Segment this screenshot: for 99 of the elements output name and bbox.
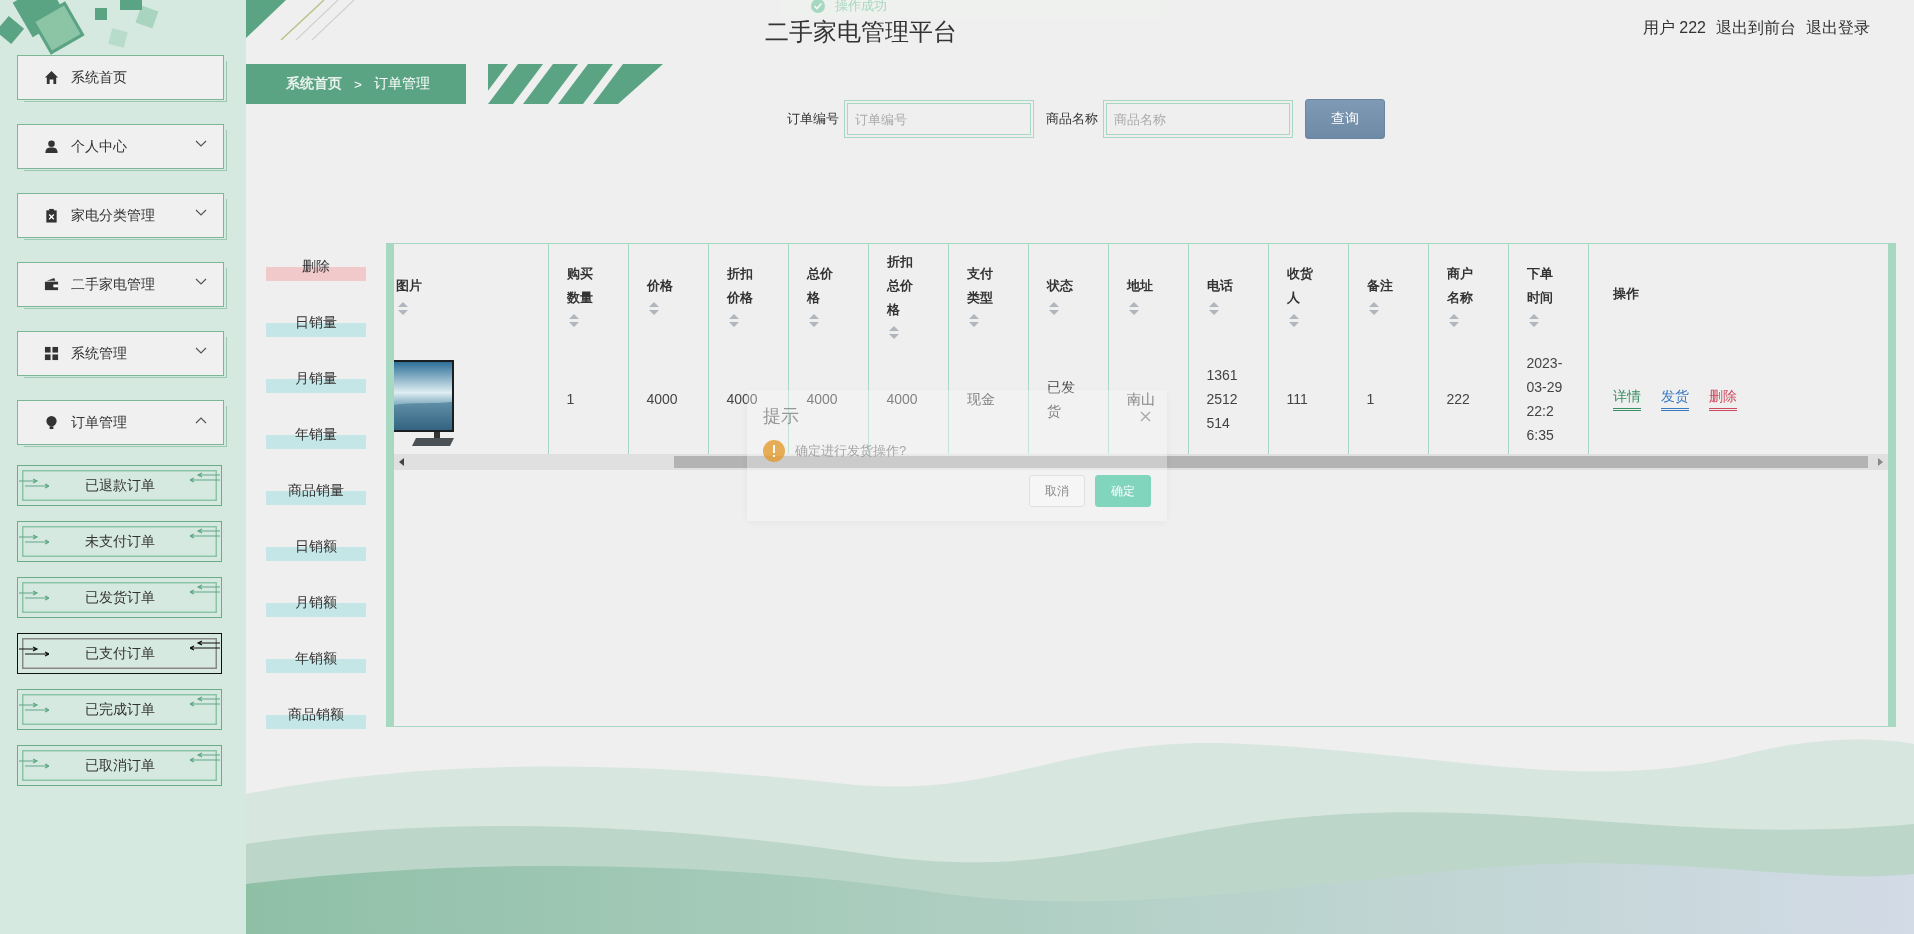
- column-header: 价格: [646, 276, 673, 295]
- column-header: 支付类型: [966, 264, 994, 307]
- user-name: 用户 222: [1642, 18, 1706, 38]
- table-cell-text: 1: [566, 390, 576, 409]
- sort-icon[interactable]: [1368, 301, 1379, 315]
- column-header: 总价格: [806, 264, 834, 307]
- sort-icon[interactable]: [398, 301, 408, 315]
- search-field[interactable]: 商品名称: [1103, 100, 1293, 138]
- column-header: 操作: [1612, 285, 1639, 303]
- action-link[interactable]: 发货: [1660, 387, 1689, 411]
- arrows-icon: [190, 584, 220, 596]
- column-header: 电话: [1206, 276, 1233, 295]
- menu-label: 个人中心: [71, 137, 127, 156]
- menu-label: 系统首页: [71, 68, 127, 87]
- table-cell-text: 4000: [646, 390, 679, 409]
- table-cell-text: 13612512514: [1206, 366, 1239, 433]
- action-link[interactable]: 详情: [1612, 387, 1641, 411]
- page-title: 二手家电管理平台: [765, 17, 957, 47]
- menu-item[interactable]: 系统首页: [17, 55, 224, 100]
- table-cell-text: 111: [1286, 390, 1309, 409]
- header-link[interactable]: 退出登录: [1806, 18, 1870, 39]
- table-cell-text: 1: [1366, 390, 1376, 409]
- submenu-item[interactable]: 已取消订单: [17, 745, 222, 786]
- menu-item[interactable]: 个人中心: [17, 124, 224, 169]
- table-cell-text: 现金: [966, 390, 996, 409]
- column-header: 折扣总价格: [886, 252, 914, 319]
- menu-item[interactable]: 系统管理: [17, 331, 224, 376]
- sort-icon[interactable]: [968, 313, 979, 327]
- warning-icon: [763, 440, 785, 462]
- search-field[interactable]: 订单编号: [844, 100, 1034, 138]
- sort-icon[interactable]: [808, 313, 819, 327]
- arrows-icon: [190, 696, 220, 708]
- menu-label: 订单管理: [71, 413, 127, 432]
- column-header: 图片: [396, 276, 422, 295]
- sort-icon[interactable]: [1448, 313, 1459, 327]
- toast-message: 操作成功: [835, 0, 887, 15]
- column-header: 备注: [1366, 276, 1393, 295]
- submenu-item[interactable]: 已退款订单: [17, 465, 222, 506]
- sort-icon[interactable]: [1528, 313, 1539, 327]
- submenu-item[interactable]: 已完成订单: [17, 689, 222, 730]
- arrows-icon: [190, 472, 220, 484]
- column-header: 地址: [1126, 276, 1153, 295]
- cancel-button[interactable]: 取消: [1029, 475, 1085, 507]
- sort-icon[interactable]: [648, 301, 659, 315]
- column-header: 购买数量: [566, 264, 594, 307]
- wallet-icon: [44, 277, 59, 292]
- action-link[interactable]: 删除: [1708, 387, 1737, 411]
- arrows-icon: [190, 640, 220, 652]
- sort-icon[interactable]: [728, 313, 739, 327]
- field-label: 订单编号: [787, 110, 839, 128]
- arrows-icon: [190, 528, 220, 540]
- menu-item[interactable]: 订单管理: [17, 400, 224, 445]
- submenu-item[interactable]: 已发货订单: [17, 577, 222, 618]
- person-icon: [44, 139, 59, 154]
- table-cell-text: 南山: [1126, 390, 1156, 409]
- column-header: 折扣价格: [726, 264, 754, 307]
- sort-icon[interactable]: [1128, 301, 1139, 315]
- grid-icon: [44, 346, 59, 361]
- sort-icon[interactable]: [1288, 313, 1299, 327]
- menu-item[interactable]: 家电分类管理: [17, 193, 224, 238]
- dialog-message: 确定进行发货操作?: [795, 442, 907, 460]
- scroll-left-icon[interactable]: [398, 458, 406, 466]
- menu-label: 家电分类管理: [71, 206, 155, 225]
- arrows-icon: [19, 478, 49, 490]
- check-icon: [811, 0, 825, 13]
- sort-icon[interactable]: [568, 313, 579, 327]
- arrows-icon: [19, 702, 49, 714]
- arrows-icon: [19, 646, 49, 658]
- submenu-item[interactable]: 已支付订单: [17, 633, 222, 674]
- close-icon[interactable]: [1140, 410, 1151, 422]
- column-header: 下单时间: [1526, 264, 1554, 307]
- column-header: 状态: [1046, 276, 1073, 295]
- column-header: 商户名称: [1446, 264, 1474, 307]
- sort-icon[interactable]: [1048, 301, 1059, 315]
- field-label: 商品名称: [1046, 110, 1098, 128]
- column-header: 收货人: [1286, 264, 1314, 307]
- sort-icon[interactable]: [888, 325, 899, 339]
- scroll-right-icon[interactable]: [1876, 458, 1884, 466]
- arrows-icon: [19, 758, 49, 770]
- table-cell-text: 4000: [886, 390, 919, 409]
- menu-label: 系统管理: [71, 344, 127, 363]
- table-cell-text: 222: [1446, 390, 1471, 409]
- breadcrumb-separator: >: [354, 76, 362, 92]
- arrows-icon: [190, 752, 220, 764]
- bulb-icon: [44, 415, 59, 430]
- home-icon: [44, 70, 59, 85]
- arrows-icon: [19, 534, 49, 546]
- dialog-title: 提示: [763, 405, 799, 428]
- menu-label: 二手家电管理: [71, 275, 155, 294]
- arrows-icon: [19, 590, 49, 602]
- submenu-item[interactable]: 未支付订单: [17, 521, 222, 562]
- table-cell-text: 已发货: [1046, 378, 1076, 421]
- table-cell-text: 2023-03-29 22:26:35: [1526, 354, 1564, 445]
- header-link[interactable]: 退出到前台: [1716, 18, 1796, 39]
- table-cell-text: 4000: [806, 390, 839, 409]
- sort-icon[interactable]: [1208, 301, 1219, 315]
- table-cell-text: 4000: [726, 390, 759, 409]
- menu-item[interactable]: 二手家电管理: [17, 262, 224, 307]
- clipboard-icon: [44, 208, 59, 223]
